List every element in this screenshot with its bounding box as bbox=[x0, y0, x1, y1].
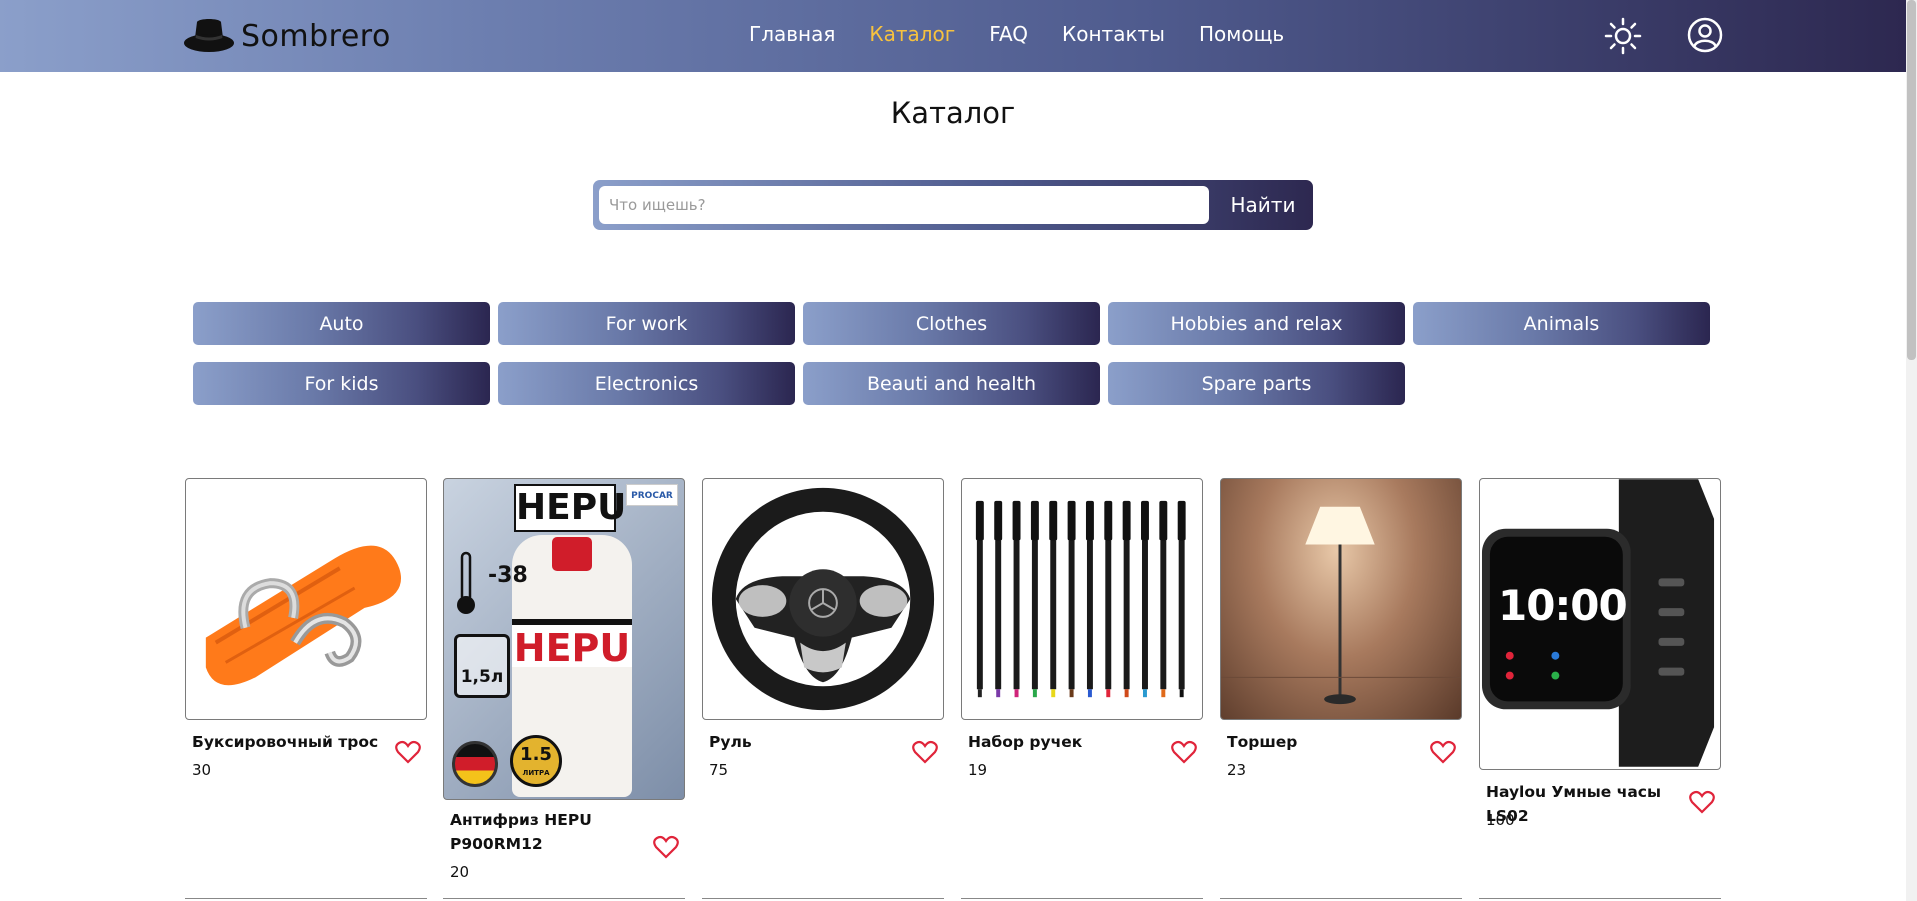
german-flag-badge bbox=[452, 741, 498, 787]
product-card[interactable]: Торшер 23 bbox=[1220, 478, 1462, 779]
tow-strap-image[interactable] bbox=[185, 478, 427, 720]
product-card[interactable]: Буксировочный трос 30 bbox=[185, 478, 427, 779]
product-name[interactable]: Торшер bbox=[1227, 730, 1417, 754]
category-beauty-health[interactable]: Beauti and health bbox=[803, 362, 1100, 405]
product-card[interactable]: Руль 75 bbox=[702, 478, 944, 779]
volume-label: 1,5л bbox=[454, 634, 510, 698]
page-title: Каталог bbox=[890, 96, 1016, 130]
bottle-cap bbox=[552, 537, 592, 571]
heart-icon[interactable] bbox=[912, 740, 938, 764]
product-card[interactable]: HEPU HEPU PROCAR -38 1,5л 1.5 ЛИТРА Анти… bbox=[443, 478, 685, 881]
nav-contacts[interactable]: Контакты bbox=[1062, 22, 1165, 46]
product-name[interactable]: Антифриз HEPU P900RM12 bbox=[450, 808, 640, 856]
heart-icon[interactable] bbox=[653, 835, 679, 859]
brand-logo: HEPU bbox=[514, 484, 626, 532]
search-input[interactable] bbox=[599, 186, 1209, 224]
user-icon[interactable] bbox=[1686, 16, 1724, 54]
product-price: 19 bbox=[968, 761, 988, 779]
search-bar: Найти bbox=[593, 180, 1313, 230]
product-price: 20 bbox=[450, 863, 470, 881]
pen-set-image[interactable] bbox=[961, 478, 1203, 720]
thermometer-icon bbox=[457, 551, 475, 614]
nav-faq[interactable]: FAQ bbox=[989, 22, 1028, 46]
product-name[interactable]: Руль bbox=[709, 730, 899, 754]
product-name[interactable]: Набор ручек bbox=[968, 730, 1158, 754]
category-for-kids[interactable]: For kids bbox=[193, 362, 490, 405]
heart-icon[interactable] bbox=[1171, 740, 1197, 764]
nav-help[interactable]: Помощь bbox=[1199, 22, 1284, 46]
pen bbox=[1177, 500, 1186, 698]
nav-home[interactable]: Главная bbox=[749, 22, 835, 46]
heart-icon[interactable] bbox=[1430, 740, 1456, 764]
sun-icon[interactable] bbox=[1604, 17, 1642, 55]
logo[interactable]: Sombrero bbox=[183, 16, 391, 56]
liters-badge: 1.5 ЛИТРА bbox=[510, 735, 562, 787]
product-card[interactable]: 10:00 Haylou Умные часы LS02 100 bbox=[1479, 478, 1721, 829]
category-auto[interactable]: Auto bbox=[193, 302, 490, 345]
pen bbox=[975, 500, 984, 698]
product-card[interactable]: Набор ручек 19 bbox=[961, 478, 1203, 779]
category-animals[interactable]: Animals bbox=[1413, 302, 1710, 345]
pen bbox=[1159, 500, 1168, 698]
site-header: Sombrero Главная Каталог FAQ Контакты По… bbox=[0, 0, 1906, 72]
category-clothes[interactable]: Clothes bbox=[803, 302, 1100, 345]
pen bbox=[1122, 500, 1131, 698]
heart-icon[interactable] bbox=[395, 740, 421, 764]
search-button[interactable]: Найти bbox=[1213, 180, 1313, 230]
pen bbox=[1030, 500, 1039, 698]
floor-lamp-image[interactable] bbox=[1220, 478, 1462, 720]
category-electronics[interactable]: Electronics bbox=[498, 362, 795, 405]
product-price: 75 bbox=[709, 761, 729, 779]
antifreeze-bottle-image[interactable]: HEPU HEPU PROCAR -38 1,5л 1.5 ЛИТРА bbox=[443, 478, 685, 800]
product-price: 30 bbox=[192, 761, 212, 779]
pen bbox=[1104, 500, 1113, 698]
main-nav: Главная Каталог FAQ Контакты Помощь bbox=[749, 22, 1318, 46]
procar-badge: PROCAR bbox=[626, 484, 678, 506]
pen bbox=[1049, 500, 1058, 698]
bottle-label: HEPU bbox=[512, 619, 632, 670]
steering-wheel-image[interactable] bbox=[702, 478, 944, 720]
product-price: 100 bbox=[1486, 811, 1515, 829]
pen bbox=[1012, 500, 1021, 698]
pen bbox=[994, 500, 1003, 698]
watch-time: 10:00 bbox=[1498, 581, 1628, 630]
logo-text: Sombrero bbox=[241, 18, 391, 54]
liters-value: 1.5 bbox=[520, 744, 552, 765]
pen bbox=[1085, 500, 1094, 698]
product-name[interactable]: Haylou Умные часы LS02 bbox=[1486, 780, 1686, 828]
product-price: 23 bbox=[1227, 761, 1247, 779]
scrollbar-thumb[interactable] bbox=[1907, 0, 1916, 360]
nav-catalog[interactable]: Каталог bbox=[869, 22, 955, 46]
category-hobbies[interactable]: Hobbies and relax bbox=[1108, 302, 1405, 345]
pen bbox=[1067, 500, 1076, 698]
liters-unit: ЛИТРА bbox=[522, 769, 550, 777]
scrollbar[interactable] bbox=[1906, 0, 1917, 901]
hat-logo-icon bbox=[184, 19, 234, 52]
category-spare-parts[interactable]: Spare parts bbox=[1108, 362, 1405, 405]
category-for-work[interactable]: For work bbox=[498, 302, 795, 345]
product-name[interactable]: Буксировочный трос bbox=[192, 730, 382, 754]
heart-icon[interactable] bbox=[1689, 790, 1715, 814]
pen bbox=[1141, 500, 1149, 698]
smart-watch-image[interactable]: 10:00 bbox=[1479, 478, 1721, 770]
